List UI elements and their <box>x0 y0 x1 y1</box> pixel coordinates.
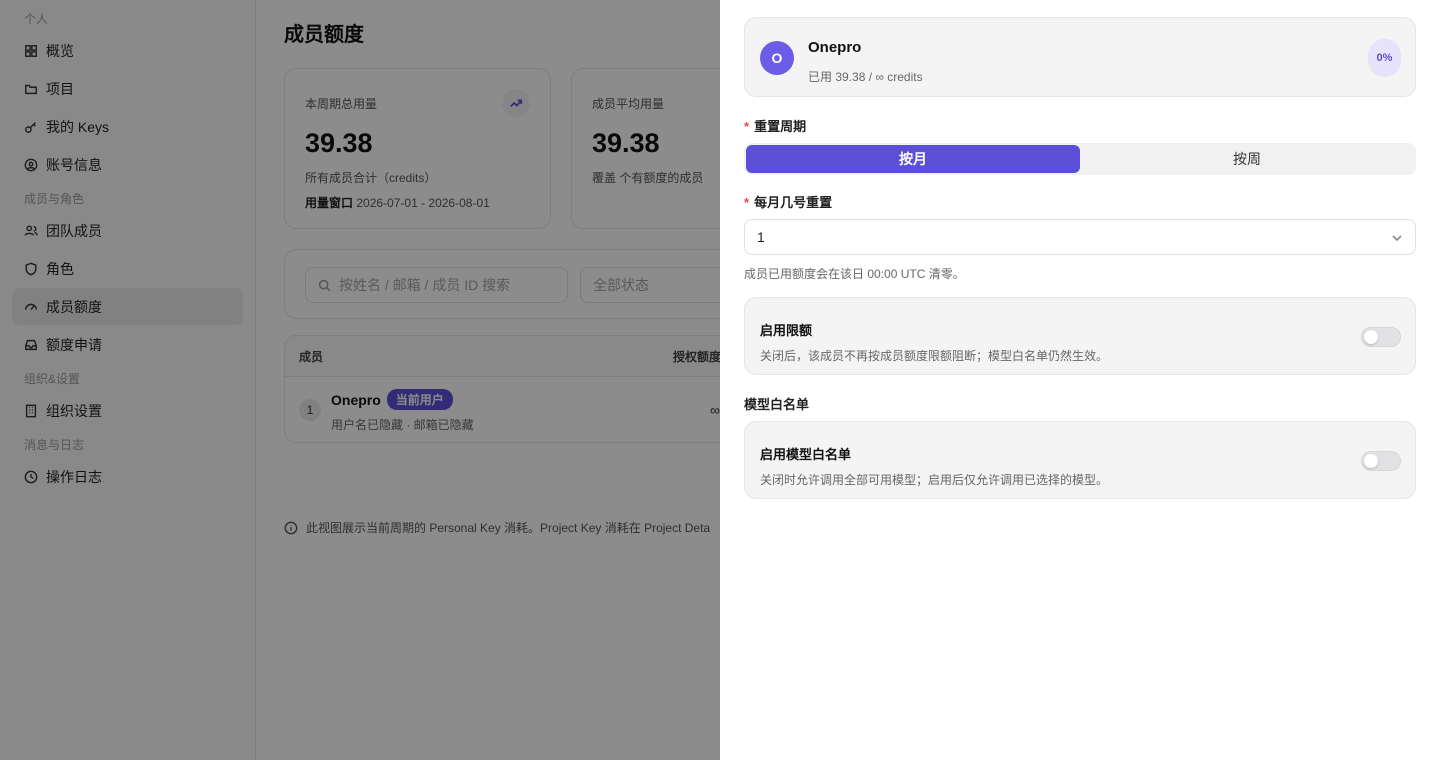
reset-cycle-label: * 重置周期 <box>744 116 806 135</box>
quota-edit-drawer: O Onepro 已用 39.38 / ∞ credits 0% * 重置周期 按… <box>720 0 1440 760</box>
usage-percent-badge: 0% <box>1368 39 1401 77</box>
reset-cycle-label-text: 重置周期 <box>754 119 807 134</box>
reset-cycle-monthly-option[interactable]: 按月 <box>746 145 1080 173</box>
limit-toggle-card: 启用限额 关闭后，该成员不再按成员额度限额阻断；模型白名单仍然生效。 <box>744 297 1416 375</box>
reset-cycle-segmented-control: 按月 按周 <box>744 143 1416 175</box>
reset-day-label-text: 每月几号重置 <box>754 195 833 210</box>
member-name: Onepro <box>808 39 862 56</box>
limit-toggle-switch[interactable] <box>1361 327 1401 347</box>
chevron-down-icon <box>1392 235 1402 242</box>
whitelist-toggle-switch[interactable] <box>1361 451 1401 471</box>
reset-cycle-weekly-option[interactable]: 按周 <box>1080 145 1414 173</box>
avatar: O <box>760 41 794 75</box>
limit-title: 启用限额 <box>760 323 813 338</box>
toggle-knob <box>1364 454 1378 468</box>
toggle-knob <box>1364 330 1378 344</box>
limit-desc: 关闭后，该成员不再按成员额度限额阻断；模型白名单仍然生效。 <box>760 349 1109 363</box>
whitelist-section-title: 模型白名单 <box>744 397 810 412</box>
whitelist-toggle-card: 启用模型白名单 关闭时允许调用全部可用模型；启用后仅允许调用已选择的模型。 <box>744 421 1416 499</box>
reset-day-select[interactable]: 1 <box>744 219 1416 255</box>
required-mark: * <box>744 119 750 134</box>
member-usage: 已用 39.38 / ∞ credits <box>808 70 923 84</box>
whitelist-desc: 关闭时允许调用全部可用模型；启用后仅允许调用已选择的模型。 <box>760 473 1109 487</box>
member-summary-card: O Onepro 已用 39.38 / ∞ credits 0% <box>744 17 1416 97</box>
required-mark: * <box>744 195 750 210</box>
reset-day-value: 1 <box>757 229 765 245</box>
modal-overlay[interactable] <box>0 0 720 760</box>
whitelist-title: 启用模型白名单 <box>760 447 852 462</box>
reset-day-label: * 每月几号重置 <box>744 192 832 211</box>
reset-day-help: 成员已用额度会在该日 00:00 UTC 清零。 <box>744 267 965 281</box>
